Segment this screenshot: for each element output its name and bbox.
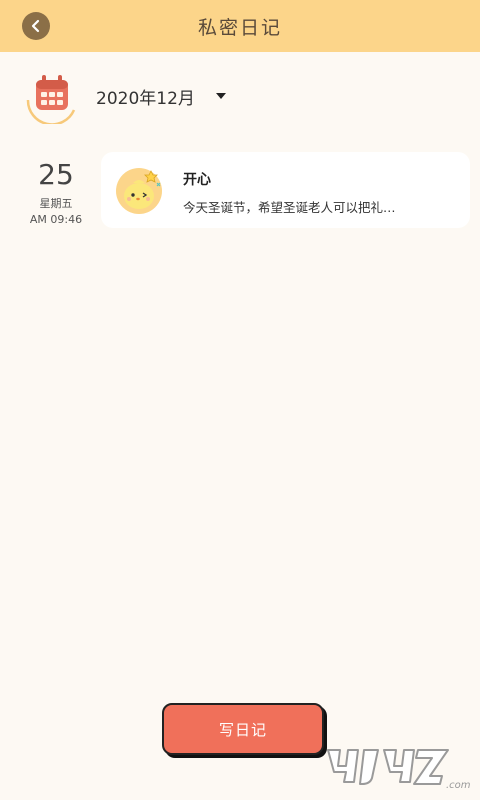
entry-preview: 今天圣诞节，希望圣诞老人可以把礼… bbox=[183, 200, 396, 215]
chick-mood-icon bbox=[111, 165, 167, 215]
chevron-left-icon bbox=[31, 19, 40, 33]
back-button[interactable] bbox=[22, 12, 50, 40]
app-header: 私密日记 bbox=[0, 0, 480, 52]
page-title: 私密日记 bbox=[197, 16, 282, 39]
diary-entry-card[interactable]: 开心 今天圣诞节，希望圣诞老人可以把礼… bbox=[101, 152, 470, 228]
month-selector[interactable]: 2020年12月 bbox=[24, 70, 454, 126]
watermark-logo: .com bbox=[322, 742, 472, 792]
caret-down-icon bbox=[216, 93, 226, 99]
entry-date: 25 星期五 AM 09:46 bbox=[20, 158, 92, 226]
calendar-icon bbox=[24, 70, 80, 126]
entry-time: AM 09:46 bbox=[29, 213, 83, 226]
svg-text:.com: .com bbox=[446, 780, 471, 791]
entry-day: 25 bbox=[38, 158, 74, 191]
entry-weekday: 星期五 bbox=[39, 197, 73, 210]
entry-mood: 开心 bbox=[183, 172, 211, 188]
write-diary-button[interactable]: 写日记 bbox=[162, 703, 324, 755]
month-label: 2020年12月 bbox=[96, 89, 195, 109]
